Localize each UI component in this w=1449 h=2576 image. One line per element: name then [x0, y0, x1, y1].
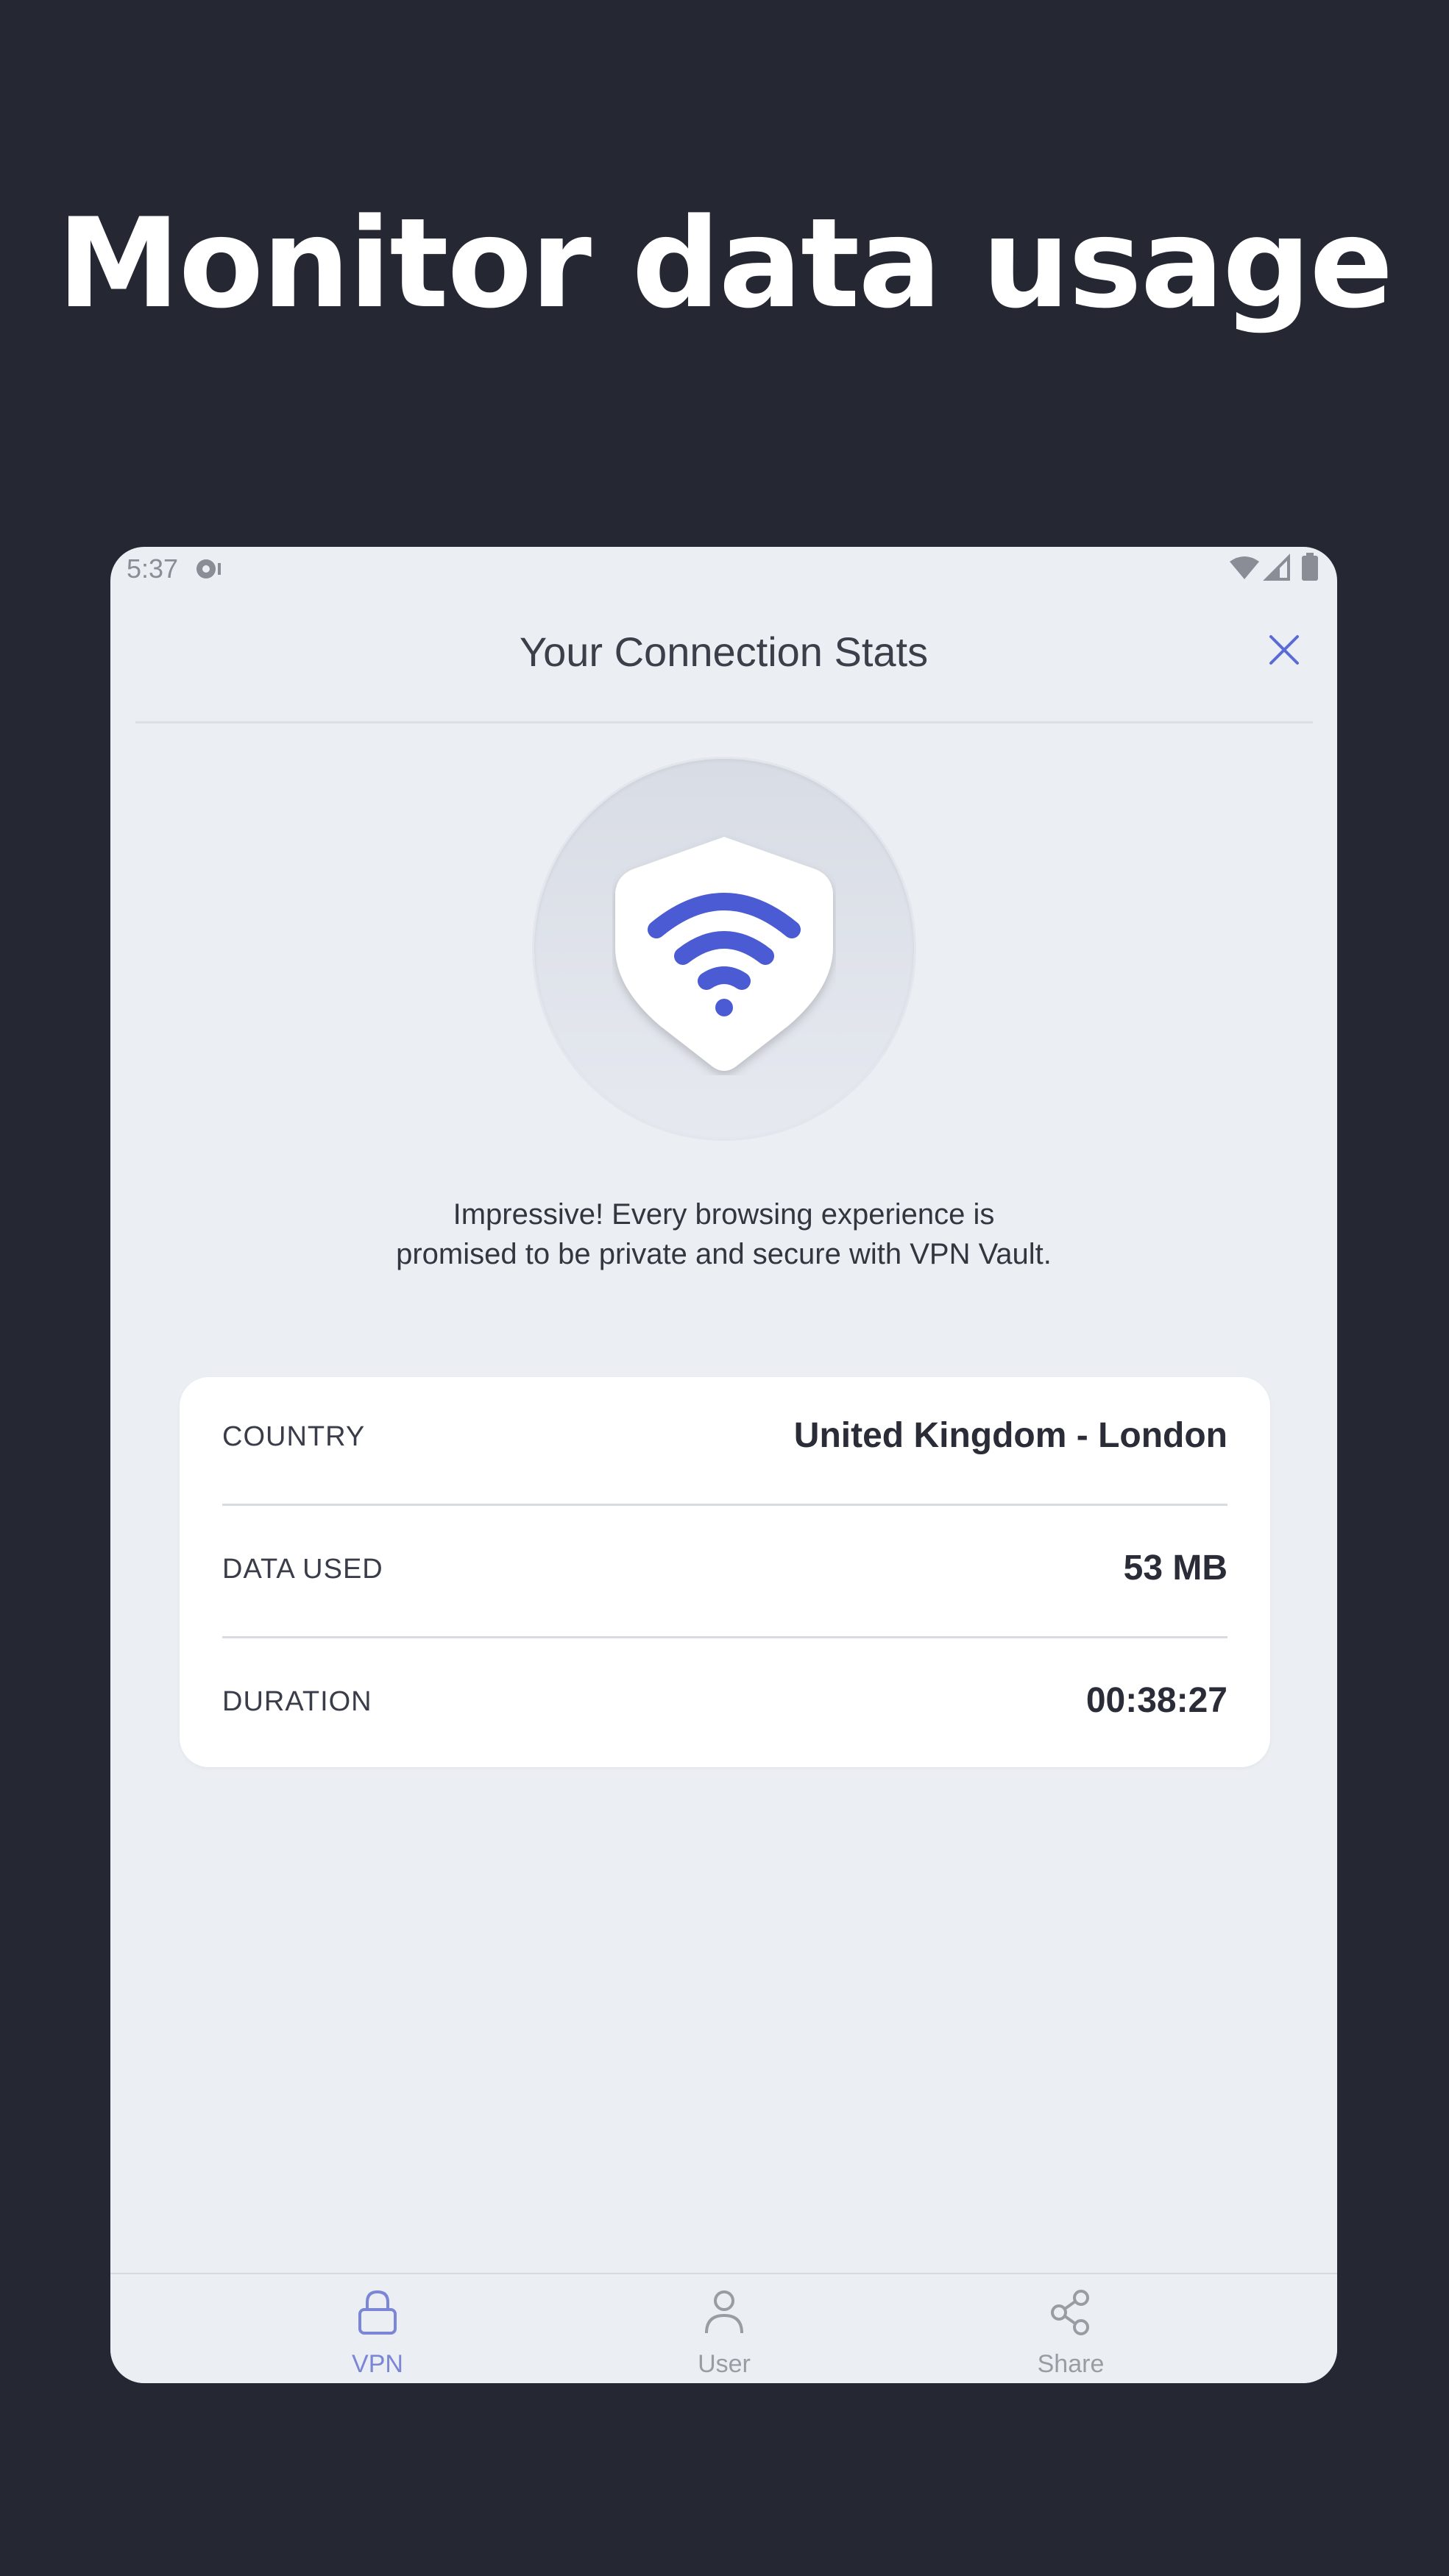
lock-icon — [358, 2290, 397, 2335]
nav-label-vpn: VPN — [352, 2350, 403, 2378]
device-screen: 5:37 Your Connection Stats Impressive! E… — [110, 547, 1337, 2383]
user-icon — [705, 2290, 743, 2334]
nav-label-user: User — [698, 2350, 751, 2378]
page-headline: Monitor data usage — [57, 191, 1394, 336]
screen-title: Your Connection Stats — [519, 629, 929, 675]
close-button[interactable] — [1262, 628, 1306, 672]
connection-emblem — [532, 757, 916, 1141]
stat-value: United Kingdom - London — [793, 1416, 1227, 1455]
share-icon — [1051, 2290, 1089, 2335]
nav-item-share[interactable]: Share — [990, 2289, 1152, 2378]
notification-icon — [194, 556, 224, 582]
stat-value: 53 MB — [1123, 1549, 1227, 1588]
shield-wifi-icon — [615, 837, 833, 1071]
status-bar: 5:37 — [110, 547, 1337, 591]
signal-icon — [1263, 553, 1290, 581]
stat-label: DATA USED — [222, 1554, 383, 1585]
wifi-icon — [1230, 556, 1259, 579]
status-message: Impressive! Every browsing experience is… — [258, 1195, 1190, 1274]
status-icons — [1228, 553, 1331, 585]
stat-row-duration: DURATION 00:38:27 — [222, 1641, 1227, 1772]
stat-value: 00:38:27 — [1085, 1681, 1227, 1720]
stat-row-data-used: DATA USED 53 MB — [222, 1508, 1227, 1639]
status-time: 5:37 — [127, 553, 179, 584]
stat-row-country: COUNTRY United Kingdom - London — [222, 1377, 1227, 1508]
nav-label-share: Share — [1037, 2350, 1105, 2378]
header-divider — [135, 721, 1313, 723]
row-divider — [222, 1636, 1227, 1638]
stats-card: COUNTRY United Kingdom - London DATA USE… — [180, 1377, 1270, 1767]
stat-label: COUNTRY — [222, 1421, 366, 1452]
nav-item-user[interactable]: User — [643, 2289, 805, 2378]
message-line-2: promised to be private and secure with V… — [396, 1238, 1052, 1270]
nav-item-vpn[interactable]: VPN — [297, 2289, 458, 2378]
row-divider — [222, 1504, 1227, 1506]
message-line-1: Impressive! Every browsing experience is — [453, 1198, 995, 1231]
stat-label: DURATION — [222, 1686, 372, 1717]
bottom-navigation: VPN User Share — [110, 2273, 1337, 2383]
close-icon — [1269, 635, 1299, 665]
battery-icon — [1302, 553, 1318, 581]
